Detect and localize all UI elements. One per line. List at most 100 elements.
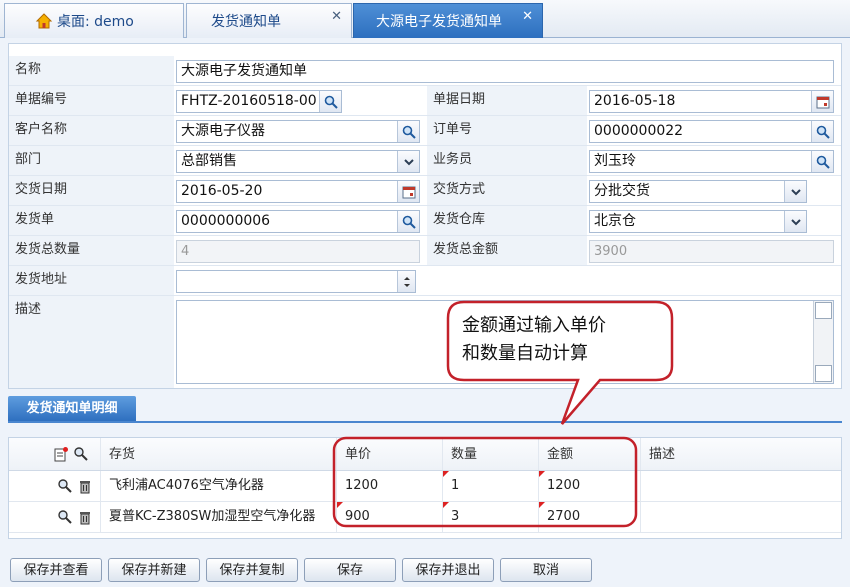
cell-item[interactable]: 飞利浦AC4076空气净化器 bbox=[101, 471, 337, 501]
cell-desc[interactable] bbox=[641, 471, 841, 501]
tab-delivery-notice[interactable]: 发货通知单 ✕ bbox=[186, 3, 352, 38]
search-icon[interactable] bbox=[57, 478, 73, 494]
customer-value: 大源电子仪器 bbox=[181, 123, 265, 139]
cell-amount[interactable]: 2700 bbox=[539, 502, 641, 532]
delivery-date-field[interactable]: 2016-05-20 bbox=[176, 180, 420, 203]
cell-qty[interactable]: 3 bbox=[443, 502, 539, 532]
doc-no-value: FHTZ-20160518-00 bbox=[181, 93, 317, 109]
total-amount-label: 发货总金额 bbox=[427, 236, 587, 265]
order-no-value: 0000000022 bbox=[594, 123, 684, 139]
salesman-field[interactable]: 刘玉玲 bbox=[589, 150, 834, 173]
total-amount-field: 3900 bbox=[589, 240, 834, 263]
cancel-button[interactable]: 取消 bbox=[500, 558, 592, 582]
save-view-button[interactable]: 保存并查看 bbox=[10, 558, 102, 582]
tab-dayuan-delivery-notice[interactable]: 大源电子发货通知单 ✕ bbox=[353, 3, 543, 38]
search-icon[interactable] bbox=[811, 121, 833, 142]
chevron-down-icon[interactable] bbox=[397, 151, 419, 172]
cell-desc[interactable] bbox=[641, 502, 841, 532]
header-item: 存货 bbox=[101, 438, 337, 470]
delivery-date-label: 交货日期 bbox=[9, 176, 174, 205]
add-row-icon[interactable] bbox=[53, 446, 69, 462]
save-new-button[interactable]: 保存并新建 bbox=[108, 558, 200, 582]
form-row-delivery-date: 交货日期 2016-05-20 交货方式 分批交货 bbox=[9, 176, 841, 206]
calendar-icon[interactable] bbox=[811, 91, 833, 112]
cell-item[interactable]: 夏普KC-Z380SW加湿型空气净化器 bbox=[101, 502, 337, 532]
detail-tab[interactable]: 发货通知单明细 bbox=[8, 396, 136, 421]
scrollbar[interactable] bbox=[813, 301, 833, 383]
trash-icon[interactable] bbox=[77, 509, 93, 525]
warehouse-label: 发货仓库 bbox=[427, 206, 587, 235]
header-actions bbox=[9, 438, 101, 470]
scroll-down-button[interactable] bbox=[815, 365, 832, 382]
tab-delivery-notice-label: 发货通知单 bbox=[211, 14, 281, 30]
order-no-field[interactable]: 0000000022 bbox=[589, 120, 834, 143]
doc-date-label: 单据日期 bbox=[427, 86, 587, 115]
cell-price[interactable]: 900 bbox=[337, 502, 443, 532]
chevron-down-icon[interactable] bbox=[784, 211, 806, 232]
header-desc: 描述 bbox=[649, 447, 676, 462]
header-qty: 数量 bbox=[443, 438, 539, 470]
salesman-label: 业务员 bbox=[427, 146, 587, 175]
cell-amount[interactable]: 1200 bbox=[539, 471, 641, 501]
doc-no-label: 单据编号 bbox=[9, 86, 174, 115]
customer-field[interactable]: 大源电子仪器 bbox=[176, 120, 420, 143]
name-field[interactable]: 大源电子发货通知单 bbox=[176, 60, 834, 83]
ship-no-field[interactable]: 0000000006 bbox=[176, 210, 420, 233]
table-row[interactable]: 飞利浦AC4076空气净化器 1200 1 1200 bbox=[9, 471, 841, 502]
search-icon[interactable] bbox=[397, 121, 419, 142]
delivery-method-select[interactable]: 分批交货 bbox=[589, 180, 807, 203]
cell-qty[interactable]: 1 bbox=[443, 471, 539, 501]
address-label: 发货地址 bbox=[9, 266, 174, 295]
form-row-totals: 发货总数量 4 发货总金额 3900 bbox=[9, 236, 841, 266]
save-copy-button[interactable]: 保存并复制 bbox=[206, 558, 298, 582]
tab-dayuan-label: 大源电子发货通知单 bbox=[376, 14, 502, 30]
search-icon[interactable] bbox=[57, 509, 73, 525]
doc-date-field[interactable]: 2016-05-18 bbox=[589, 90, 834, 113]
doc-date-value: 2016-05-18 bbox=[594, 93, 676, 109]
doc-no-field[interactable]: FHTZ-20160518-00 bbox=[176, 90, 342, 113]
save-button[interactable]: 保存 bbox=[304, 558, 396, 582]
callout-text: 金额通过输入单价 和数量自动计算 bbox=[462, 312, 662, 368]
form-row-name: 名称 大源电子发货通知单 bbox=[9, 56, 841, 86]
search-icon[interactable] bbox=[73, 446, 89, 462]
section-divider bbox=[8, 421, 842, 423]
delivery-method-label: 交货方式 bbox=[427, 176, 587, 205]
grid-header: 存货 单价 数量 金额 描述 bbox=[9, 438, 841, 471]
tab-desktop-label: 桌面: demo bbox=[57, 14, 134, 30]
form-row-dept: 部门 总部销售 业务员 刘玉玲 bbox=[9, 146, 841, 176]
search-icon[interactable] bbox=[811, 151, 833, 172]
salesman-value: 刘玉玲 bbox=[594, 153, 636, 169]
form-row-ship: 发货单 0000000006 发货仓库 北京仓 bbox=[9, 206, 841, 236]
close-icon[interactable]: ✕ bbox=[331, 9, 342, 24]
row-actions bbox=[9, 471, 101, 501]
order-no-label: 订单号 bbox=[427, 116, 587, 145]
form-panel: 名称 大源电子发货通知单 单据编号 FHTZ-20160518-00 单据日期 … bbox=[8, 43, 842, 389]
total-qty-label: 发货总数量 bbox=[9, 236, 174, 265]
dept-value: 总部销售 bbox=[181, 153, 237, 169]
close-icon[interactable]: ✕ bbox=[522, 9, 533, 24]
form-row-docno: 单据编号 FHTZ-20160518-00 单据日期 2016-05-18 bbox=[9, 86, 841, 116]
search-icon[interactable] bbox=[319, 91, 341, 112]
address-field[interactable] bbox=[176, 270, 416, 293]
scroll-up-button[interactable] bbox=[815, 302, 832, 319]
header-amount: 金额 bbox=[539, 438, 641, 470]
chevron-down-icon[interactable] bbox=[784, 181, 806, 202]
total-qty-field: 4 bbox=[176, 240, 420, 263]
dept-select[interactable]: 总部销售 bbox=[176, 150, 420, 173]
cell-price[interactable]: 1200 bbox=[337, 471, 443, 501]
dept-label: 部门 bbox=[9, 146, 174, 175]
calendar-icon[interactable] bbox=[397, 181, 419, 202]
ship-no-label: 发货单 bbox=[9, 206, 174, 235]
warehouse-value: 北京仓 bbox=[594, 213, 636, 229]
callout-line-2: 和数量自动计算 bbox=[462, 343, 588, 364]
search-icon[interactable] bbox=[397, 211, 419, 232]
trash-icon[interactable] bbox=[77, 478, 93, 494]
home-icon bbox=[35, 13, 53, 29]
save-exit-button[interactable]: 保存并退出 bbox=[402, 558, 494, 582]
tab-bar: 桌面: demo 发货通知单 ✕ 大源电子发货通知单 ✕ bbox=[0, 0, 850, 38]
tab-desktop[interactable]: 桌面: demo bbox=[4, 3, 184, 38]
warehouse-select[interactable]: 北京仓 bbox=[589, 210, 807, 233]
table-row[interactable]: 夏普KC-Z380SW加湿型空气净化器 900 3 2700 bbox=[9, 502, 841, 533]
form-row-customer: 客户名称 大源电子仪器 订单号 0000000022 bbox=[9, 116, 841, 146]
spinner-icon[interactable] bbox=[397, 271, 415, 292]
